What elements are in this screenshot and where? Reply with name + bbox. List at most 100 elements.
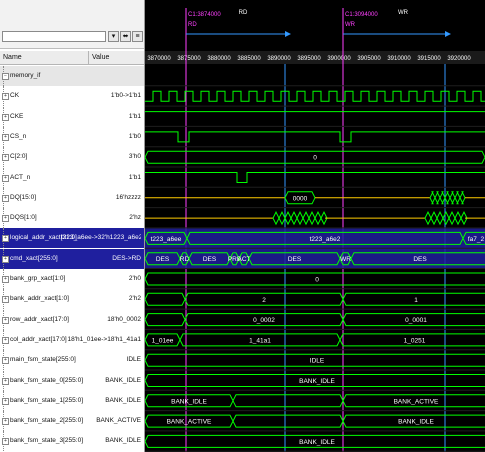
- signal-row[interactable]: + main_fsm_state[255:0] IDLE: [0, 350, 144, 371]
- bus-segment: [232, 414, 344, 428]
- bus-value-label: t223_a6ee: [151, 236, 182, 243]
- signal-row[interactable]: + CKE 1'b1: [0, 106, 144, 127]
- signal-value: 1'b1: [128, 173, 141, 181]
- signal-row[interactable]: + DQS[1:0] 2'hz: [0, 208, 144, 229]
- expand-button[interactable]: ⬌: [120, 31, 131, 42]
- dropdown-button[interactable]: ▾: [108, 31, 119, 42]
- signal-name: bank_fsm_state_3[255:0]: [10, 437, 83, 445]
- signal-name: bank_fsm_state_0[255:0]: [10, 376, 83, 384]
- name-column-header[interactable]: Name: [3, 51, 22, 64]
- signal-value: BANK_IDLE: [105, 376, 141, 384]
- bus-segment: [448, 210, 456, 226]
- time-tick-label: 3915000: [417, 56, 441, 62]
- time-tick-label: 3910000: [387, 56, 411, 62]
- time-tick-label: 3885000: [237, 56, 261, 62]
- signal-row[interactable]: + bank_fsm_state_2[255:0] BANK_ACTIVE: [0, 411, 144, 432]
- bus-segment: [314, 210, 322, 226]
- signal-row[interactable]: + cmd_xact[255:0] DES->RD: [0, 248, 144, 269]
- expand-toggle-icon[interactable]: +: [2, 316, 9, 324]
- bus-segment: [442, 210, 450, 226]
- signal-row[interactable]: + bank_addr_xact[1:0] 2'h2: [0, 289, 144, 310]
- signal-value: 16'hzzzz: [115, 193, 141, 201]
- bus-value-label: 0: [315, 277, 319, 284]
- signal-row[interactable]: + CS_n 1'b0: [0, 126, 144, 147]
- bus-value-label: 0_0002: [253, 317, 275, 324]
- expand-toggle-icon[interactable]: +: [2, 357, 9, 365]
- bus-segment: [290, 210, 298, 226]
- signal-value: BANK_IDLE: [105, 396, 141, 404]
- expand-toggle-icon[interactable]: +: [2, 276, 9, 283]
- bus-segment: [284, 210, 292, 226]
- bus-value-label: BANK_ACTIVE: [394, 398, 439, 405]
- bus-value-label: DES: [413, 256, 427, 263]
- bus-value-label: BANK_IDLE: [299, 439, 335, 446]
- time-tick-label: 3920000: [447, 56, 471, 62]
- cursor-sub-label: WR: [345, 22, 356, 28]
- search-input[interactable]: [2, 31, 106, 42]
- time-tick-label: 3895000: [297, 56, 321, 62]
- bus-segment: [145, 313, 186, 327]
- expand-toggle-icon[interactable]: +: [2, 397, 9, 405]
- signal-row[interactable]: + CK 1'b0->1'b1: [0, 86, 144, 107]
- expand-toggle-icon[interactable]: +: [2, 174, 9, 182]
- signal-row[interactable]: + bank_grp_xact[1:0] 2'h0: [0, 269, 144, 289]
- expand-toggle-icon[interactable]: +: [2, 255, 9, 263]
- menu-button[interactable]: ≡: [132, 31, 143, 42]
- waveform-panel[interactable]: 3870000 3875000 3880000 3885000 3890000 38950…: [145, 0, 485, 452]
- signal-value: DES->RD: [112, 254, 141, 262]
- expand-toggle-icon[interactable]: −: [2, 73, 9, 80]
- signal-value: 1'b0->1'b1: [110, 92, 141, 100]
- expand-toggle-icon[interactable]: +: [2, 235, 9, 243]
- bus-value-label: 2: [262, 297, 266, 304]
- bus-segment: [430, 210, 438, 226]
- bus-segment: [439, 191, 446, 205]
- value-column-header[interactable]: Value: [88, 51, 109, 64]
- signal-row[interactable]: + ACT_n 1'b1: [0, 167, 144, 188]
- expand-toggle-icon[interactable]: +: [2, 215, 9, 223]
- expand-toggle-icon[interactable]: +: [2, 418, 9, 426]
- bus-value-label: ACT: [238, 256, 251, 263]
- signal-name: bank_fsm_state_1[255:0]: [10, 396, 83, 404]
- signal-row[interactable]: + bank_fsm_state_3[255:0] BANK_IDLE: [0, 431, 144, 452]
- bus-value-label: 1_01ee: [152, 337, 174, 344]
- expand-toggle-icon[interactable]: +: [2, 133, 9, 141]
- signal-row[interactable]: + row_addr_xact[17:0] 18'h0_0002: [0, 309, 144, 330]
- expand-toggle-icon[interactable]: +: [2, 194, 9, 202]
- signal-value: 2'h2: [128, 295, 141, 303]
- time-tick-label: 3905000: [357, 56, 381, 62]
- signal-name: DQS[1:0]: [10, 214, 37, 222]
- time-tick-label: 3870000: [147, 56, 171, 62]
- bus-value-label: BANK_IDLE: [171, 398, 207, 405]
- expand-toggle-icon[interactable]: +: [2, 438, 9, 446]
- signal-group[interactable]: − memory_if: [0, 66, 144, 86]
- toolbar: ▾ ⬌ ≡: [0, 0, 144, 49]
- expand-toggle-icon[interactable]: +: [2, 336, 9, 344]
- time-tick-label: 3880000: [207, 56, 231, 62]
- signal-row[interactable]: + bank_fsm_state_1[255:0] BANK_IDLE: [0, 390, 144, 411]
- bus-segment: [308, 210, 316, 226]
- expand-toggle-icon[interactable]: +: [2, 296, 9, 304]
- cursor-label: C1:3874000: [188, 12, 221, 18]
- signal-row[interactable]: + DQ[15:0] 16'hzzzz: [0, 187, 144, 208]
- signal-name: row_addr_xact[17:0]: [10, 315, 69, 323]
- signal-name: ACT_n: [10, 173, 31, 181]
- bus-segment: [302, 210, 310, 226]
- expand-toggle-icon[interactable]: +: [2, 377, 9, 385]
- expand-toggle-icon[interactable]: +: [2, 154, 9, 162]
- signal-row[interactable]: + C[2:0] 3'h0: [0, 147, 144, 168]
- signal-waveform: [145, 131, 485, 143]
- waveform-canvas[interactable]: 3870000 3875000 3880000 3885000 3890000 38950…: [145, 0, 485, 452]
- bus-segment: [429, 191, 436, 205]
- cursor-sub-label: RD: [188, 22, 197, 28]
- bus-value-label: 0000: [293, 195, 308, 202]
- column-header: Name Value: [0, 51, 144, 65]
- expand-toggle-icon[interactable]: +: [2, 93, 9, 101]
- bus-value-label: 1_41a1: [249, 337, 271, 344]
- signal-row[interactable]: + bank_fsm_state_0[255:0] BANK_IDLE: [0, 370, 144, 391]
- signal-row[interactable]: + col_addr_xact[17:0] 18'h1_01ee->18'h1_41…: [0, 329, 144, 350]
- signal-panel: ▾ ⬌ ≡ Name Value − memory_if + CK 1'b0->1'b1…: [0, 0, 145, 452]
- signal-row[interactable]: + logical_addr_xact[31:0] t223_a6ee->32'h1…: [0, 228, 144, 249]
- bus-segment: [434, 191, 441, 205]
- expand-toggle-icon[interactable]: +: [2, 113, 9, 121]
- bus-segment: [436, 210, 444, 226]
